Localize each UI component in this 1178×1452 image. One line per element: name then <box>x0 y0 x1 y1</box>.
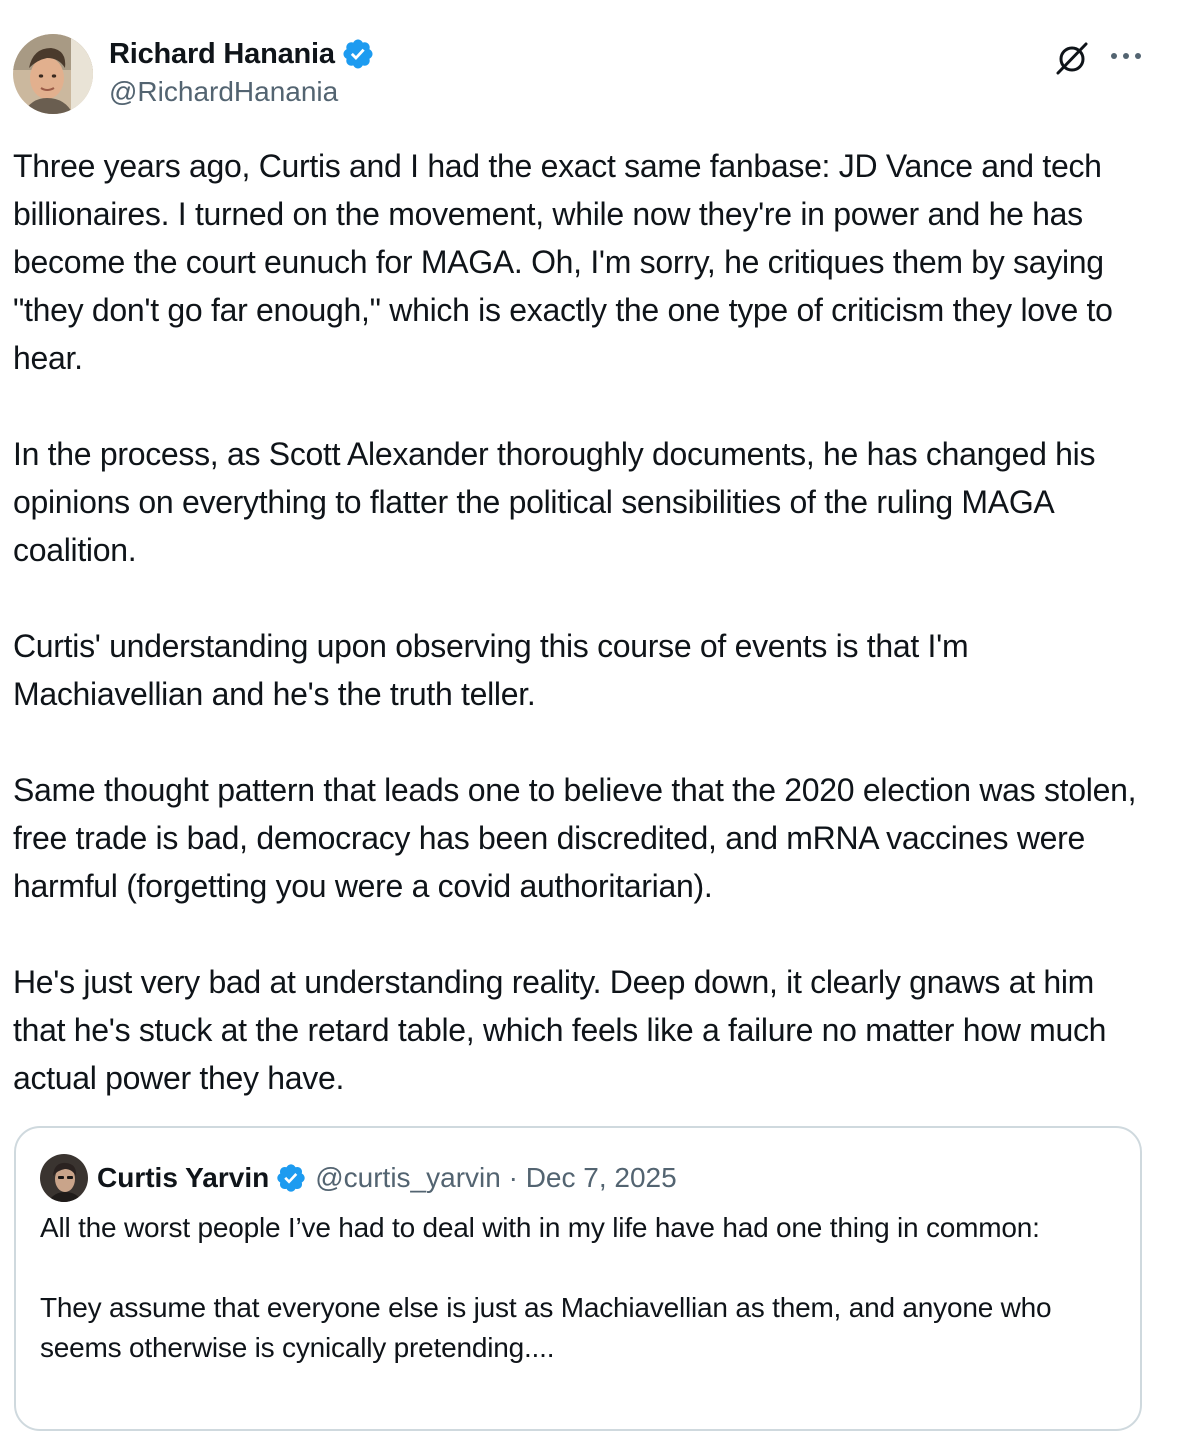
author-handle[interactable]: @RichardHanania <box>109 76 375 108</box>
tweet-paragraph: Curtis' understanding upon observing thi… <box>13 628 977 712</box>
name-row: Richard Hanania <box>109 34 375 74</box>
quoted-handle-and-date[interactable]: @curtis_yarvin · Dec 7, 2025 <box>315 1162 676 1194</box>
tweet-paragraph: In the process, as Scott Alexander thoro… <box>13 436 1104 568</box>
quoted-tweet-card[interactable]: Curtis Yarvin @curtis_yarvin · Dec 7, 20… <box>14 1126 1142 1431</box>
quoted-tweet-header: Curtis Yarvin @curtis_yarvin · Dec 7, 20… <box>40 1154 677 1202</box>
tweet-text: Three years ago, Curtis and I had the ex… <box>13 142 1153 1102</box>
quoted-paragraph: They assume that everyone else is just a… <box>40 1292 1052 1363</box>
quoted-tweet-text: All the worst people I’ve had to deal wi… <box>40 1208 1120 1368</box>
tweet: Richard Hanania @RichardHanania Three ye… <box>0 0 1178 1452</box>
grok-icon[interactable] <box>1052 38 1092 78</box>
verified-badge-icon <box>277 1164 305 1192</box>
tweet-paragraph: Three years ago, Curtis and I had the ex… <box>13 148 1122 376</box>
author-display-name[interactable]: Richard Hanania <box>109 38 335 71</box>
author-avatar[interactable] <box>13 34 93 114</box>
profile-photo-icon <box>13 34 93 114</box>
profile-photo-icon <box>40 1154 88 1202</box>
verified-badge-icon <box>343 39 373 69</box>
tweet-paragraph: Same thought pattern that leads one to b… <box>13 772 1145 904</box>
quoted-author-avatar[interactable] <box>40 1154 88 1202</box>
quoted-author-display-name[interactable]: Curtis Yarvin <box>97 1162 269 1194</box>
more-options-icon[interactable] <box>1106 40 1146 72</box>
tweet-paragraph: He's just very bad at understanding real… <box>13 964 1115 1096</box>
quoted-paragraph: All the worst people I’ve had to deal wi… <box>40 1212 1040 1243</box>
author-names: Richard Hanania @RichardHanania <box>109 34 375 108</box>
